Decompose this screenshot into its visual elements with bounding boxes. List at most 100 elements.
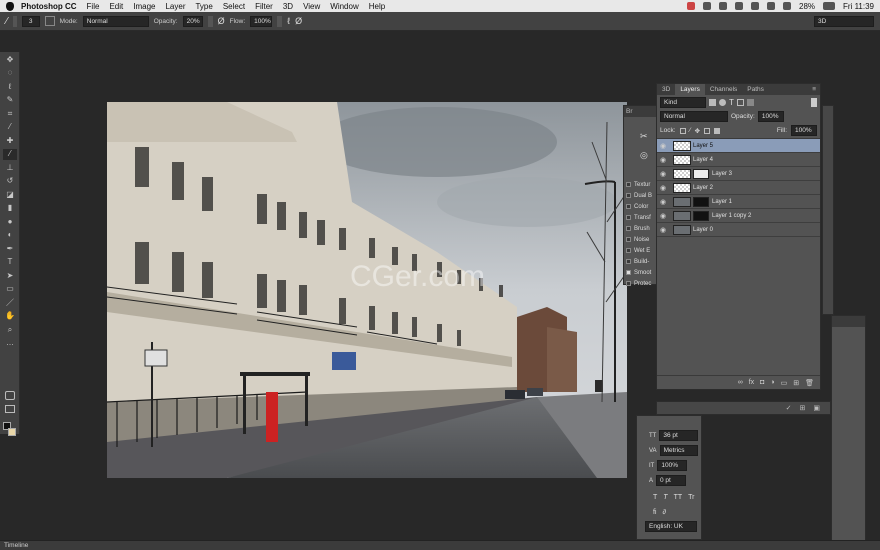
quick-mask-icon[interactable] — [5, 391, 15, 400]
background-color-swatch[interactable] — [8, 428, 16, 436]
layer-mask-thumbnail[interactable] — [693, 168, 709, 179]
tab-3d[interactable]: 3D — [657, 84, 675, 95]
clock[interactable]: Fri 11:39 — [843, 2, 874, 11]
layer-name[interactable]: Layer 0 — [693, 227, 713, 233]
clone-stamp-tool-icon[interactable]: ⊥ — [3, 162, 17, 173]
filter-adjustment-icon[interactable] — [719, 99, 726, 106]
battery-icon[interactable] — [823, 2, 836, 10]
layer-row-layer-2[interactable]: ◉ Layer 2 — [657, 181, 820, 195]
bluetooth-icon[interactable] — [751, 2, 759, 10]
baseline-input[interactable]: 0 pt — [656, 475, 687, 486]
visibility-eye-icon[interactable]: ◉ — [657, 142, 669, 150]
menu-3d[interactable]: 3D — [283, 2, 293, 11]
new-group-icon[interactable]: ▭ — [781, 379, 788, 387]
brush-tool-icon[interactable]: ⁄ — [3, 148, 17, 160]
new-layer-icon[interactable]: ⊞ — [793, 379, 799, 387]
menu-layer[interactable]: Layer — [165, 2, 185, 11]
menu-help[interactable]: Help — [369, 2, 385, 11]
crop-tool-icon[interactable]: ⌗ — [3, 108, 17, 119]
menu-view[interactable]: View — [303, 2, 320, 11]
eyedropper-tool-icon[interactable]: ⁄ — [3, 122, 17, 133]
layer-name[interactable]: Layer 4 — [693, 157, 713, 163]
visibility-eye-icon[interactable]: ◉ — [657, 226, 669, 234]
opacity-dropdown[interactable] — [207, 15, 213, 27]
layer-opacity-input[interactable]: 100% — [757, 111, 784, 122]
layer-row-layer-1-copy-2[interactable]: ◉ Layer 1 copy 2 — [657, 209, 820, 223]
visibility-eye-icon[interactable]: ◉ — [657, 212, 669, 220]
tab-layers[interactable]: Layers — [675, 84, 705, 95]
mode-select[interactable]: Normal — [82, 15, 149, 27]
tab-paths[interactable]: Paths — [742, 84, 769, 95]
all-caps-button[interactable]: TT — [674, 494, 683, 501]
flow-input[interactable]: 100% — [250, 15, 273, 27]
dodge-tool-icon[interactable]: ◐ — [3, 230, 17, 241]
menu-select[interactable]: Select — [223, 2, 245, 11]
adjustment-layer-icon[interactable]: ◑ — [770, 379, 774, 386]
marquee-tool-icon[interactable]: ◌ — [3, 68, 17, 79]
brush-tab[interactable]: Br — [624, 106, 635, 117]
history-brush-tool-icon[interactable]: ↺ — [3, 176, 17, 187]
layer-row-layer-3[interactable]: ◉ Layer 3 — [657, 167, 820, 181]
blend-mode-select[interactable]: Normal — [660, 111, 728, 122]
visibility-eye-icon[interactable]: ◉ — [657, 184, 669, 192]
layer-filter-select[interactable]: Kind — [660, 97, 706, 108]
scale-input[interactable]: 100% — [657, 460, 688, 471]
kerning-select[interactable]: Metrics — [659, 445, 698, 456]
visibility-eye-icon[interactable]: ◉ — [657, 198, 669, 206]
timeline-bar[interactable]: Timeline — [0, 540, 880, 550]
pen-tool-icon[interactable]: ✒ — [3, 243, 17, 254]
lock-transparent-icon[interactable] — [679, 127, 686, 134]
link-layers-icon[interactable]: ∞ — [738, 379, 743, 386]
gradient-tool-icon[interactable]: ▮ — [3, 203, 17, 214]
menu-type[interactable]: Type — [195, 2, 212, 11]
flow-dropdown[interactable] — [277, 15, 283, 27]
contextual-alt-icon[interactable]: ∂ — [663, 509, 666, 516]
workspace-select[interactable]: 3D — [814, 15, 874, 27]
visibility-eye-icon[interactable]: ◉ — [657, 156, 669, 164]
menu-edit[interactable]: Edit — [109, 2, 123, 11]
layer-mask-thumbnail[interactable] — [693, 196, 709, 207]
layer-name[interactable]: Layer 1 — [712, 199, 732, 205]
layer-row-layer-1[interactable]: ◉ Layer 1 — [657, 195, 820, 209]
lock-all-icon[interactable] — [714, 127, 721, 134]
eraser-tool-icon[interactable]: ◪ — [3, 189, 17, 200]
menu-image[interactable]: Image — [133, 2, 155, 11]
create-preset-icon[interactable]: ⊞ — [800, 404, 806, 412]
type-tool-icon[interactable]: T — [3, 257, 17, 268]
lock-artboard-icon[interactable] — [704, 127, 711, 134]
timeline-label[interactable]: Timeline — [4, 542, 28, 549]
delete-layer-icon[interactable]: 🗑 — [805, 379, 814, 387]
language-select[interactable]: English: UK — [645, 521, 697, 532]
layer-row-layer-0[interactable]: ◉ Layer 0 — [657, 223, 820, 237]
menu-file[interactable]: File — [87, 2, 100, 11]
tab-channels[interactable]: Channels — [705, 84, 742, 95]
filter-smart-object-icon[interactable] — [746, 99, 754, 106]
pressure-opacity-icon[interactable]: Ø — [218, 16, 225, 26]
sync-icon[interactable] — [719, 2, 727, 10]
layer-mask-thumbnail[interactable] — [693, 210, 709, 221]
screen-mode-icon[interactable] — [5, 405, 15, 413]
zoom-tool-icon[interactable]: ⌕ — [3, 324, 17, 335]
small-caps-button[interactable]: Tr — [688, 494, 694, 501]
layer-name[interactable]: Layer 5 — [693, 143, 713, 149]
ligature-button[interactable]: ﬁ — [653, 509, 657, 516]
rectangle-tool-icon[interactable]: ▭ — [3, 284, 17, 295]
faux-bold-button[interactable]: T — [653, 494, 657, 501]
visibility-eye-icon[interactable]: ◉ — [657, 170, 669, 178]
layer-row-layer-4[interactable]: ◉ Layer 4 — [657, 153, 820, 167]
healing-brush-tool-icon[interactable]: ✚ — [3, 135, 17, 146]
filter-type-icon[interactable]: T — [729, 98, 734, 107]
filter-pixel-icon[interactable] — [709, 99, 716, 106]
cc-icon[interactable] — [703, 2, 711, 10]
menu-app-name[interactable]: Photoshop CC — [21, 2, 77, 11]
apple-icon[interactable] — [6, 1, 14, 11]
more-tools-icon[interactable]: … — [3, 338, 17, 349]
layer-row-layer-5[interactable]: ◉ Layer 5 — [657, 139, 820, 153]
filter-toggle-icon[interactable] — [811, 98, 817, 107]
layer-fill-input[interactable]: 100% — [791, 125, 817, 136]
layer-style-fx-icon[interactable]: fx — [749, 379, 754, 386]
menu-window[interactable]: Window — [330, 2, 358, 11]
opacity-input[interactable]: 20% — [182, 15, 203, 27]
tool-preset-dropdown[interactable] — [12, 15, 17, 27]
airbrush-icon[interactable]: ℓ — [287, 16, 290, 26]
